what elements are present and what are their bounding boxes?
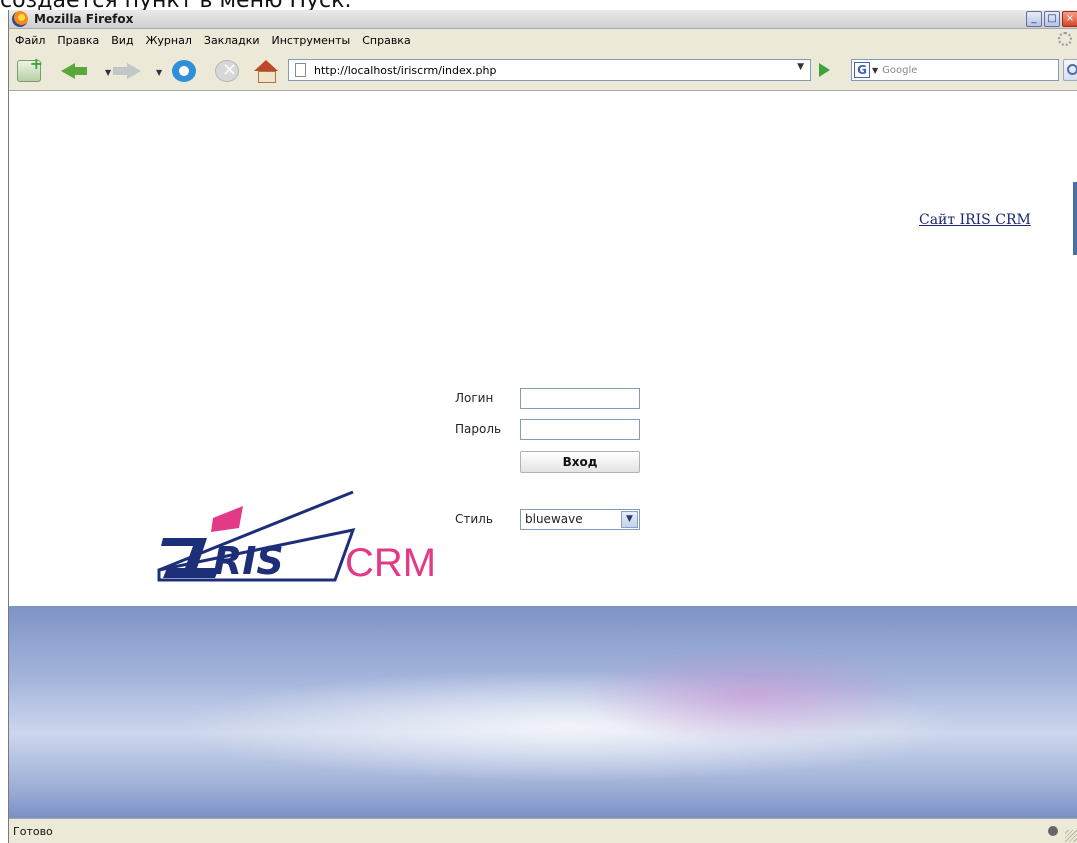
- minimize-button[interactable]: _: [1026, 11, 1042, 27]
- menu-view[interactable]: Вид: [111, 34, 133, 47]
- firefox-logo-icon: [12, 11, 28, 27]
- browser-window: Mozilla Firefox _ □ × Файл Правка Вид Жу…: [8, 10, 1077, 843]
- page-content: Сайт IRIS CRM Логин Пароль Вход Стиль bl…: [9, 91, 1077, 818]
- bluewave-banner: [9, 606, 1077, 818]
- chevron-down-icon[interactable]: ▼: [621, 511, 638, 528]
- home-icon[interactable]: [253, 60, 279, 83]
- menu-bar: Файл Правка Вид Журнал Закладки Инструме…: [9, 29, 1077, 51]
- search-placeholder[interactable]: Google: [882, 65, 917, 76]
- resize-grip[interactable]: [1065, 830, 1077, 842]
- magnifier-icon[interactable]: [1063, 59, 1077, 81]
- enter-button[interactable]: Вход: [520, 451, 640, 473]
- login-input[interactable]: [520, 388, 640, 409]
- password-input[interactable]: [520, 419, 640, 440]
- search-engine-dropdown-icon[interactable]: ▼: [872, 66, 878, 75]
- maximize-button[interactable]: □: [1044, 11, 1060, 27]
- window-controls: _ □ ×: [1026, 11, 1077, 27]
- logo-crm-text: CRM: [345, 541, 433, 585]
- go-arrow-icon[interactable]: [819, 63, 830, 77]
- site-link[interactable]: Сайт IRIS CRM: [919, 212, 1031, 228]
- menu-bookmarks[interactable]: Закладки: [204, 34, 260, 47]
- style-label: Стиль: [455, 512, 493, 526]
- password-label: Пароль: [455, 422, 502, 436]
- back-arrow-icon[interactable]: [59, 60, 93, 82]
- throbber-icon: [1058, 32, 1072, 46]
- menu-tools[interactable]: Инструменты: [272, 34, 351, 47]
- status-text: Готово: [13, 824, 53, 838]
- navigation-toolbar: ▼ ▼ http://localhost/iriscrm/index.php ▼…: [9, 51, 1077, 91]
- logo-iris-text: RIS: [213, 539, 284, 583]
- login-label: Логин: [455, 391, 494, 405]
- url-bar[interactable]: http://localhost/iriscrm/index.php ▼: [288, 59, 811, 81]
- status-bug-icon[interactable]: [1046, 824, 1060, 838]
- page-icon: [295, 63, 306, 77]
- search-box[interactable]: G ▼ Google: [851, 59, 1059, 81]
- close-button[interactable]: ×: [1062, 11, 1077, 27]
- status-bar: Готово: [9, 818, 1077, 843]
- window-title: Mozilla Firefox: [34, 12, 134, 26]
- menu-history[interactable]: Журнал: [146, 34, 192, 47]
- url-dropdown-icon[interactable]: ▼: [797, 62, 804, 72]
- search-engine-icon[interactable]: G: [854, 62, 870, 78]
- title-bar: Mozilla Firefox _ □ ×: [9, 10, 1077, 29]
- forward-dropdown-icon[interactable]: ▼: [156, 68, 162, 77]
- reload-icon[interactable]: [172, 60, 196, 82]
- side-accent-bar: [1073, 182, 1077, 255]
- new-tab-icon[interactable]: [17, 54, 43, 82]
- menu-file[interactable]: Файл: [15, 34, 45, 47]
- iris-crm-logo: RIS CRM: [157, 490, 433, 585]
- style-select-value: bluewave: [525, 512, 583, 526]
- menu-edit[interactable]: Правка: [57, 34, 99, 47]
- back-dropdown-icon[interactable]: ▼: [105, 68, 111, 77]
- style-select[interactable]: bluewave ▼: [520, 509, 640, 530]
- url-text[interactable]: http://localhost/iriscrm/index.php: [314, 64, 496, 77]
- logo-accent-mark: [211, 506, 243, 532]
- menu-help[interactable]: Справка: [362, 34, 410, 47]
- stop-icon[interactable]: [215, 59, 239, 82]
- forward-arrow-icon[interactable]: [113, 60, 143, 82]
